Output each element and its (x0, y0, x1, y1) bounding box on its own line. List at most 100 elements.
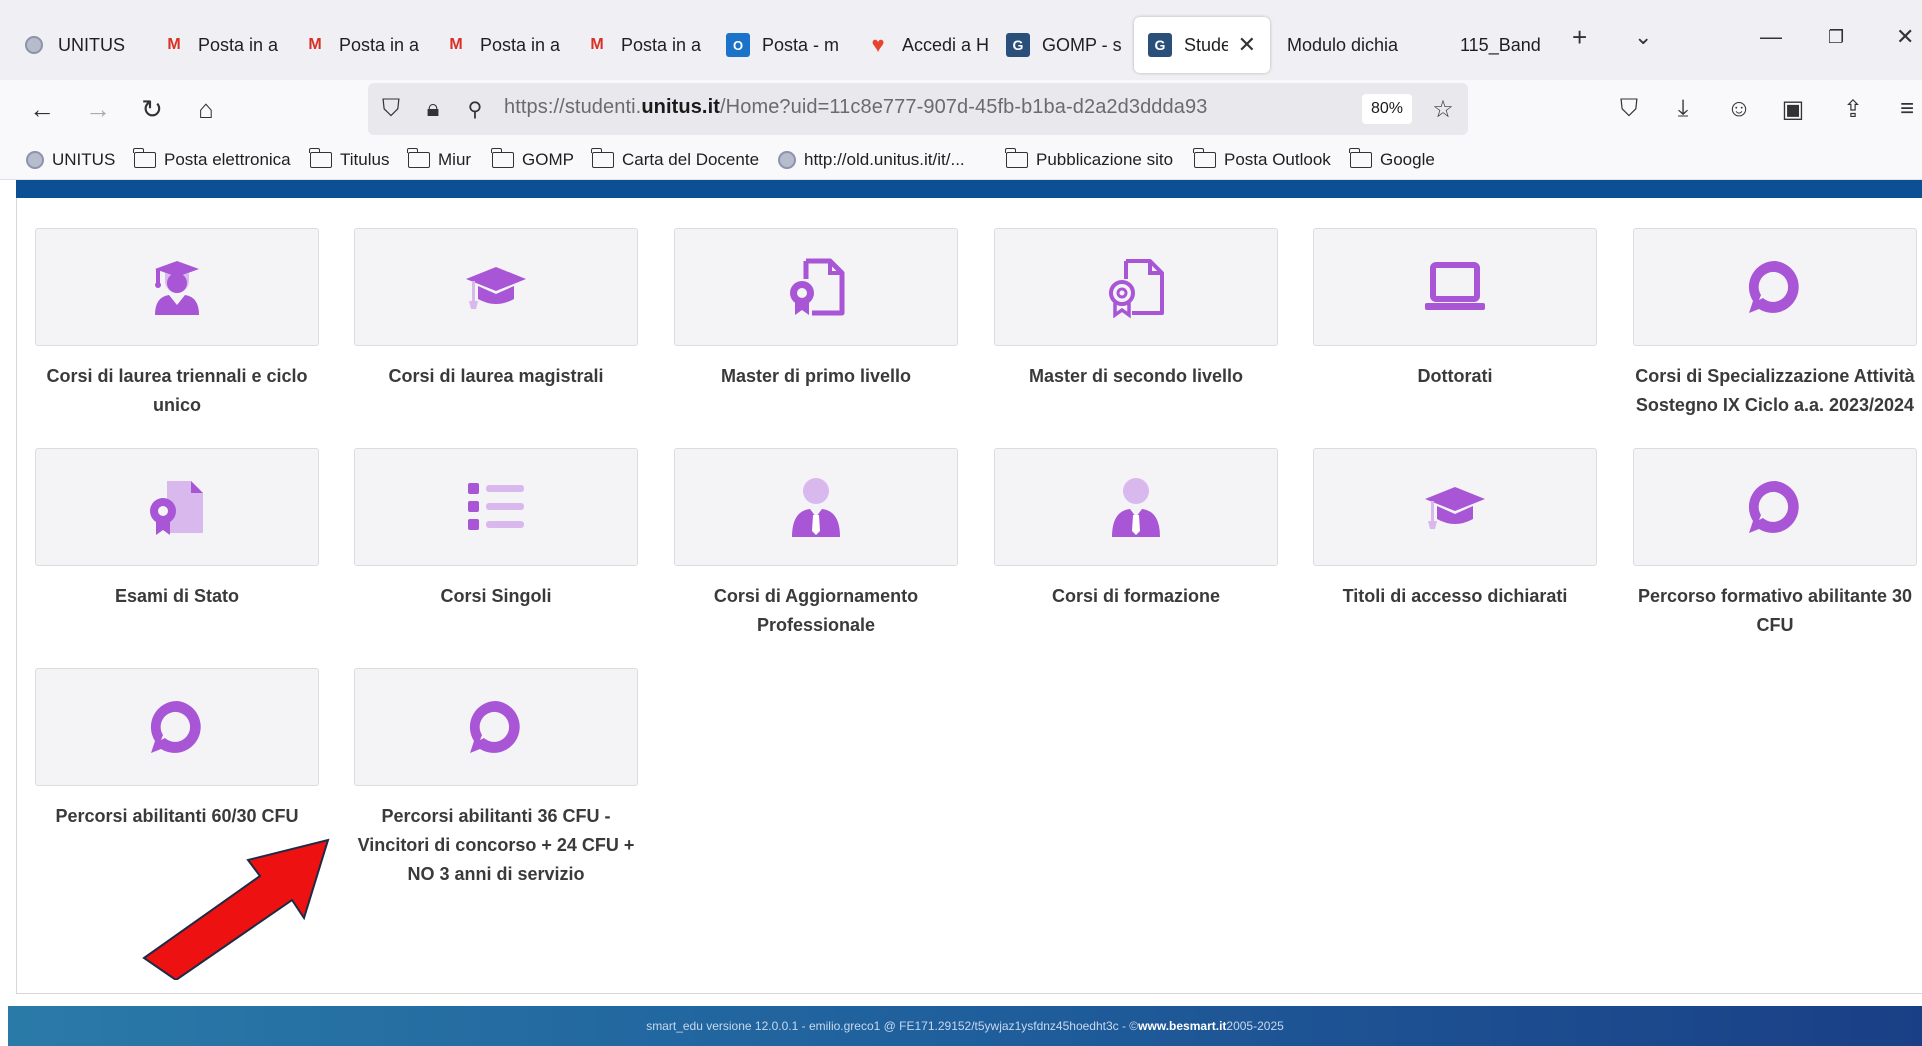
tab-label: 115_Band (1460, 34, 1540, 55)
bookmark-unitus[interactable]: UNITUS (26, 150, 115, 170)
tab-unitus[interactable]: UNITUS (22, 17, 142, 73)
graduation-cap-icon (464, 255, 528, 319)
close-window-icon[interactable]: ✕ (1896, 24, 1914, 50)
chat-bubble-icon (464, 695, 528, 759)
shield-icon[interactable]: ⛉ (376, 94, 406, 124)
person-tie-icon (784, 475, 848, 539)
person-tie-icon (1104, 475, 1168, 539)
tile-label-percorso-formativo-30-cfu[interactable]: Percorso formativo abilitante 30 CFU (1620, 582, 1922, 640)
close-tab-icon[interactable]: ✕ (1238, 32, 1256, 58)
tile-label-percorsi-abilitanti-36-cfu[interactable]: Percorsi abilitanti 36 CFU - Vincitori di… (346, 802, 646, 889)
minimize-icon[interactable]: — (1760, 24, 1782, 50)
tile-label-corsi-specializzazione-sostegno[interactable]: Corsi di Specializzazione Attività Sosteg… (1620, 362, 1922, 420)
tile-corsi-singoli[interactable] (354, 448, 638, 566)
tile-label-percorsi-abilitanti-60-30[interactable]: Percorsi abilitanti 60/30 CFU (27, 802, 327, 831)
tile-label-corsi-laurea-magistrali[interactable]: Corsi di laurea magistrali (346, 362, 646, 391)
zoom-level-badge[interactable]: 80% (1362, 94, 1412, 124)
tile-label-dottorati[interactable]: Dottorati (1305, 362, 1605, 391)
tile-corsi-laurea-triennali[interactable] (35, 228, 319, 346)
gmail-icon: M (167, 36, 181, 53)
permissions-icon[interactable]: ⚲ (460, 94, 490, 124)
tile-label-master-secondo-livello[interactable]: Master di secondo livello (986, 362, 1286, 391)
bookmark-google[interactable]: Google (1349, 148, 1435, 170)
bookmark-titulus[interactable]: Titulus (309, 148, 389, 170)
tab-gomp[interactable]: G GOMP - s (1006, 17, 1131, 73)
tile-dottorati[interactable] (1313, 228, 1597, 346)
tile-master-primo-livello[interactable] (674, 228, 958, 346)
restore-icon[interactable]: ❐ (1828, 27, 1844, 48)
folder-icon (491, 148, 514, 168)
bookmark-carta-del-docente[interactable]: Carta del Docente (591, 148, 759, 170)
tile-label-esami-di-stato[interactable]: Esami di Stato (27, 582, 327, 611)
tile-label-corsi-di-formazione[interactable]: Corsi di formazione (986, 582, 1286, 611)
star-bookmark-icon[interactable]: ☆ (1428, 94, 1458, 124)
unitus-logo-icon (26, 151, 44, 169)
tile-esami-di-stato[interactable] (35, 448, 319, 566)
tile-label-corsi-laurea-triennali[interactable]: Corsi di laurea triennali e ciclo unico (27, 362, 327, 420)
bookmark-posta-outlook[interactable]: Posta Outlook (1193, 148, 1331, 170)
tile-titoli-accesso-dichiarati[interactable] (1313, 448, 1597, 566)
folder-icon (1193, 148, 1216, 168)
tile-corsi-laurea-magistrali[interactable] (354, 228, 638, 346)
tab-gmail-1[interactable]: M Posta in a (162, 17, 287, 73)
account-icon[interactable]: ☺ (1724, 94, 1754, 124)
hubspot-icon: ♥ (871, 32, 885, 57)
tile-percorsi-abilitanti-60-30[interactable] (35, 668, 319, 786)
tile-label-master-primo-livello[interactable]: Master di primo livello (666, 362, 966, 391)
tile-label-corsi-aggiornamento-professionale[interactable]: Corsi di Aggiornamento Professionale (666, 582, 966, 640)
reload-icon[interactable]: ↻ (132, 89, 172, 129)
tile-label-corsi-singoli[interactable]: Corsi Singoli (346, 582, 646, 611)
url-text[interactable]: https://studenti.unitus.it/Home?uid=11c8… (504, 96, 1207, 119)
tab-label: Posta in a (198, 34, 279, 55)
tab-gmail-3[interactable]: M Posta in a (444, 17, 569, 73)
tab-studenti-active[interactable]: G Studen ✕ (1134, 17, 1270, 73)
forward-arrow-icon[interactable]: → (78, 89, 118, 129)
new-tab-icon[interactable]: + (1572, 22, 1587, 53)
tab-label: UNITUS (58, 34, 125, 55)
list-icon (464, 475, 528, 539)
tab-label: Modulo dichia (1287, 34, 1399, 55)
tile-label-titoli-accesso-dichiarati[interactable]: Titoli di accesso dichiarati (1305, 582, 1605, 611)
tile-percorso-formativo-30-cfu[interactable] (1633, 448, 1917, 566)
tab-modulo[interactable]: Modulo dichia (1287, 17, 1412, 73)
chat-bubble-icon (1743, 255, 1807, 319)
lock-icon[interactable]: 🔒︎ (418, 94, 448, 124)
tile-corsi-di-formazione[interactable] (994, 448, 1278, 566)
tile-master-secondo-livello[interactable] (994, 228, 1278, 346)
home-icon[interactable]: ⌂ (186, 89, 226, 129)
extension-icon[interactable]: ▣ (1778, 94, 1808, 124)
bookmark-posta-elettronica[interactable]: Posta elettronica (133, 148, 291, 170)
menu-hamburger-icon[interactable]: ≡ (1892, 94, 1922, 124)
pocket-icon[interactable]: ⛉ (1614, 94, 1644, 124)
tab-label: Posta in a (339, 34, 420, 55)
tab-gmail-2[interactable]: M Posta in a (303, 17, 428, 73)
download-icon[interactable]: ⤓ (1668, 94, 1698, 124)
bookmark-miur[interactable]: Miur (407, 148, 471, 170)
gomp-icon: G (1148, 33, 1172, 57)
tile-corsi-aggiornamento-professionale[interactable] (674, 448, 958, 566)
gmail-icon: M (449, 36, 463, 53)
chat-bubble-icon (145, 695, 209, 759)
gmail-icon: M (590, 36, 604, 53)
footer-text: smart_edu versione 12.0.0.1 - emilio.gre… (646, 1019, 1139, 1033)
graduation-cap-icon (1423, 475, 1487, 539)
tile-percorsi-abilitanti-36-cfu[interactable] (354, 668, 638, 786)
laptop-icon (1423, 255, 1487, 319)
tab-hubspot[interactable]: ♥ Accedi a H (866, 17, 991, 73)
share-icon[interactable]: ⇪ (1838, 94, 1868, 124)
globe-icon (778, 151, 796, 169)
bookmark-pubblicazione-sito[interactable]: Pubblicazione sito (1005, 148, 1173, 170)
tab-label: Posta - m (762, 34, 840, 55)
footer-link-besmart[interactable]: www.besmart.it (1138, 1019, 1226, 1033)
tab-list-chevron-icon[interactable]: ⌄ (1634, 24, 1652, 50)
bookmark-gomp[interactable]: GOMP (491, 148, 574, 170)
tab-bando[interactable]: 115_Band (1460, 17, 1540, 73)
bookmark-old-unitus[interactable]: http://old.unitus.it/it/... (778, 150, 965, 170)
folder-icon (1005, 148, 1028, 168)
tab-outlook[interactable]: O Posta - m (726, 17, 851, 73)
tile-corsi-specializzazione-sostegno[interactable] (1633, 228, 1917, 346)
tab-gmail-4[interactable]: M Posta in a (585, 17, 710, 73)
back-arrow-icon[interactable]: ← (22, 89, 62, 129)
certificate-file-outline-icon (1104, 255, 1168, 319)
site-header-band (16, 180, 1922, 198)
